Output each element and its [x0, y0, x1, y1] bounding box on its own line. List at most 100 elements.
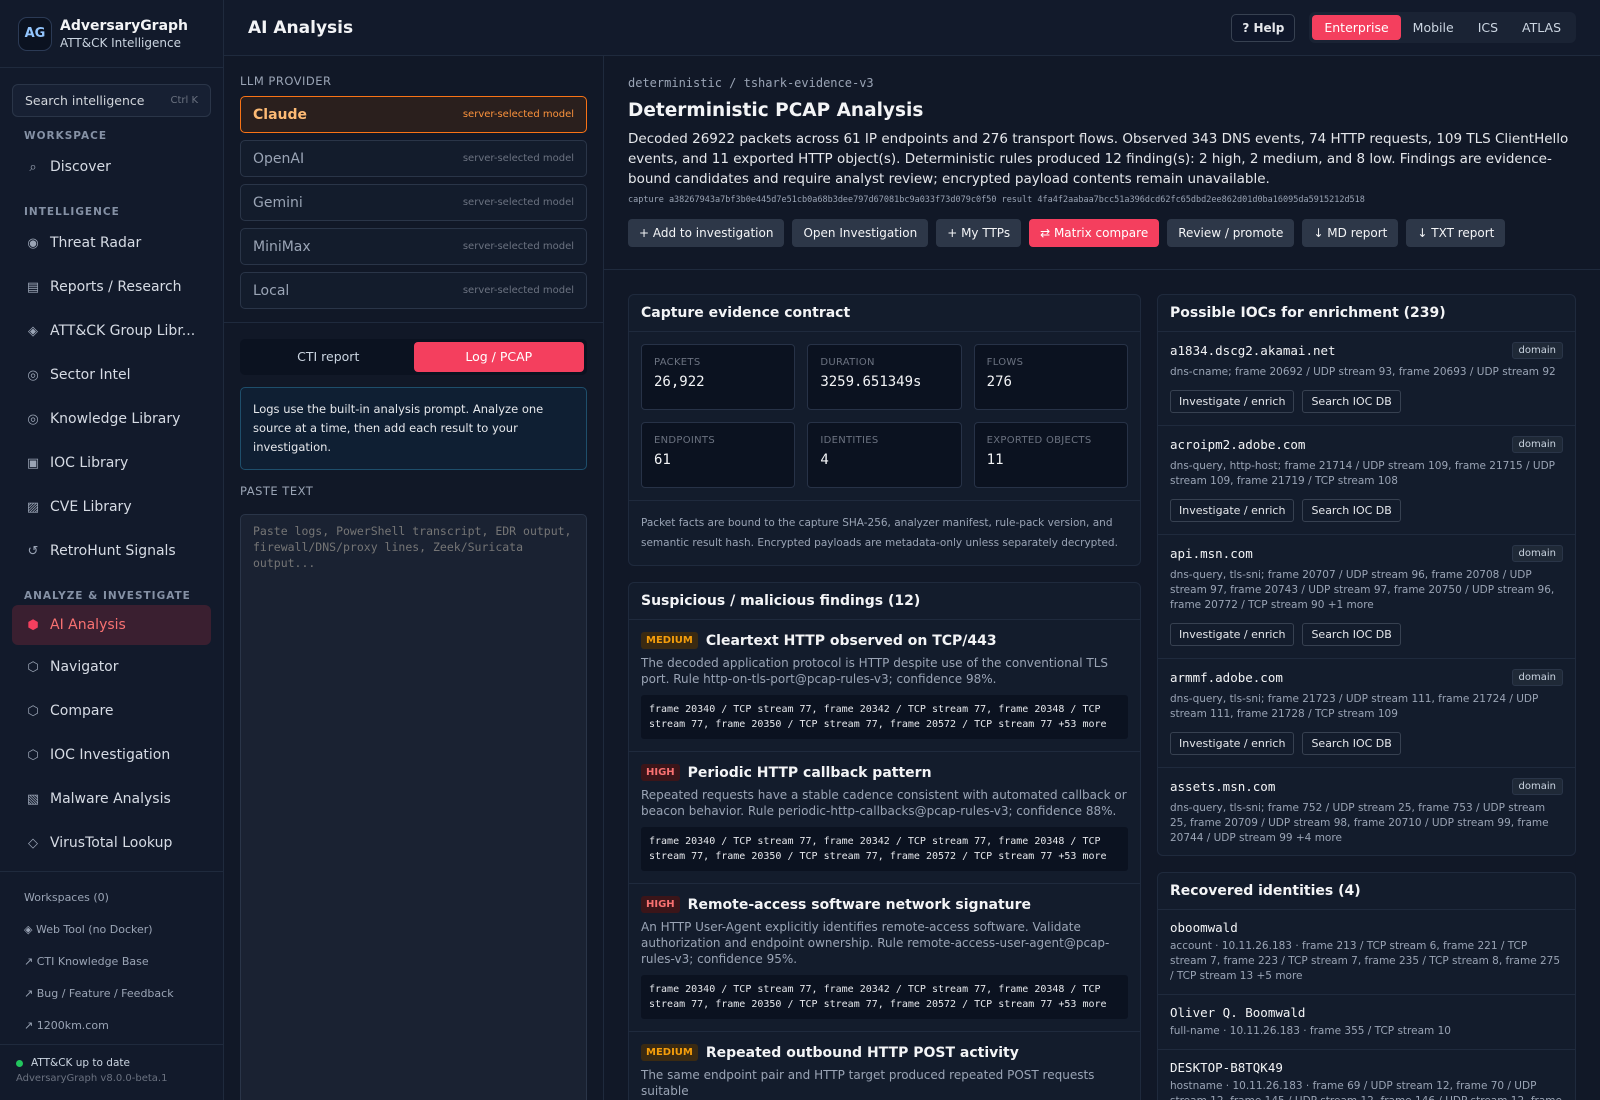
action-bar: + Add to investigation Open Investigation…: [628, 219, 1576, 247]
add-to-investigation-button[interactable]: + Add to investigation: [628, 219, 785, 247]
discover-icon: ⌕: [29, 159, 37, 175]
knowledge-icon: ◎: [27, 411, 39, 427]
sidebar-item-label: RetroHunt Signals: [50, 543, 176, 559]
txt-report-button[interactable]: ↓ TXT report: [1406, 219, 1506, 247]
mode-tab-cti-report[interactable]: CTI report: [243, 342, 414, 372]
finding-evidence: frame 20340 / TCP stream 77, frame 20342…: [641, 695, 1128, 739]
identity-item[interactable]: oboomwald account · 10.11.26.183 · frame …: [1158, 910, 1575, 995]
sidebar-item-knowledge-library[interactable]: ◎ Knowledge Library: [0, 397, 223, 441]
sidebar-item-discover[interactable]: ⌕ Discover: [0, 145, 223, 189]
severity-badge: HIGH: [641, 896, 680, 913]
sidebar-item-navigator[interactable]: ⬡ Navigator: [0, 645, 223, 689]
search-ioc-db-button[interactable]: Search IOC DB: [1302, 732, 1401, 755]
sidebar-link-1200km-com[interactable]: ↗ 1200km.com: [0, 1010, 223, 1042]
app-version: AdversaryGraph v8.0.0-beta.1: [16, 1073, 168, 1084]
finding-item[interactable]: MEDIUM Cleartext HTTP observed on TCP/443…: [629, 620, 1140, 752]
sidebar-link-web-tool-no-docker[interactable]: ◈ Web Tool (no Docker): [0, 914, 223, 946]
stat-packets: PACKETS 26,922: [641, 344, 796, 410]
identity-value: DESKTOP-B8TQK49: [1170, 1060, 1283, 1075]
sidebar-item-threat-radar[interactable]: ◉ Threat Radar: [0, 221, 223, 265]
finding-item[interactable]: HIGH Periodic HTTP callback pattern Repeat…: [629, 752, 1140, 884]
domain-tab-enterprise[interactable]: Enterprise: [1312, 15, 1401, 40]
provider-option-gemini[interactable]: Gemini server-selected model: [240, 184, 587, 221]
open-investigation-button[interactable]: Open Investigation: [792, 219, 929, 247]
paste-textarea[interactable]: [240, 514, 587, 1100]
radar-icon: ◉: [27, 235, 39, 251]
analysis-header: deterministic / tshark-evidence-v3 Deter…: [604, 56, 1600, 270]
brand[interactable]: AG AdversaryGraph ATT&CK Intelligence: [0, 0, 223, 68]
ioc-value[interactable]: api.msn.com: [1170, 546, 1253, 561]
search-shortcut: Ctrl K: [170, 95, 198, 106]
ioc-value[interactable]: armmf.adobe.com: [1170, 670, 1283, 685]
ioc-description: dns-query, tls-sni; frame 752 / UDP stre…: [1170, 802, 1549, 844]
search-ioc-db-button[interactable]: Search IOC DB: [1302, 499, 1401, 522]
ioc-investigation-icon: ⬡: [27, 747, 39, 763]
sidebar-item-label: Knowledge Library: [50, 411, 181, 427]
help-button[interactable]: ? Help: [1231, 13, 1296, 42]
sidebar-item-reports-research[interactable]: ▤ Reports / Research: [0, 265, 223, 309]
my-ttps-button[interactable]: + My TTPs: [936, 219, 1022, 247]
stat-label: FLOWS: [986, 357, 1024, 368]
analysis-hashes: capture a38267943a7bf3b0e445d7e51cb0a68b…: [628, 195, 1365, 205]
finding-item[interactable]: MEDIUM Repeated outbound HTTP POST activi…: [629, 1032, 1140, 1100]
stat-exported-objects: EXPORTED OBJECTS 11: [973, 422, 1128, 488]
ioc-header: assets.msn.com domain: [1170, 778, 1563, 795]
sidebar-link-bug-feature-feedback[interactable]: ↗ Bug / Feature / Feedback: [0, 978, 223, 1010]
ioc-value[interactable]: acroipm2.adobe.com: [1170, 437, 1305, 452]
sidebar-item-retrohunt-signals[interactable]: ↺ RetroHunt Signals: [0, 529, 223, 573]
sidebar-item-malware-analysis[interactable]: ▧ Malware Analysis: [0, 777, 223, 821]
domain-tab-mobile[interactable]: Mobile: [1401, 15, 1466, 40]
sidebar-item-sector-intel[interactable]: ◎ Sector Intel: [0, 353, 223, 397]
ioc-header: api.msn.com domain: [1170, 545, 1563, 562]
provider-option-openai[interactable]: OpenAI server-selected model: [240, 140, 587, 177]
sidebar-item-ioc-investigation[interactable]: ⬡ IOC Investigation: [0, 733, 223, 777]
sidebar-item-compare[interactable]: ⬡ Compare: [0, 689, 223, 733]
sidebar-item-ioc-library[interactable]: ▣ IOC Library: [0, 441, 223, 485]
mode-tab-log-pcap[interactable]: Log / PCAP: [413, 342, 584, 372]
sidebar-item-label: CVE Library: [50, 499, 132, 515]
identity-item[interactable]: DESKTOP-B8TQK49 hostname · 10.11.26.183 ·…: [1158, 1050, 1575, 1100]
sidebar-link-workspaces-0[interactable]: Workspaces (0): [0, 882, 223, 914]
provider-option-claude[interactable]: Claude server-selected model: [240, 96, 587, 133]
sidebar-item-cve-library[interactable]: ▨ CVE Library: [0, 485, 223, 529]
search-ioc-db-button[interactable]: Search IOC DB: [1302, 623, 1401, 646]
review-promote-button[interactable]: Review / promote: [1167, 219, 1295, 247]
domain-tab-ics[interactable]: ICS: [1466, 15, 1510, 40]
sidebar-item-att-ck-group-libr[interactable]: ◈ ATT&CK Group Libr...: [0, 309, 223, 353]
search-ioc-db-button[interactable]: Search IOC DB: [1302, 390, 1401, 413]
section-label-intelligence: INTELLIGENCE: [24, 206, 120, 218]
investigate-enrich-button[interactable]: Investigate / enrich: [1170, 732, 1295, 755]
sidebar-item-label: Threat Radar: [50, 235, 142, 251]
brand-logo-icon: AG: [18, 16, 52, 51]
ioc-value[interactable]: assets.msn.com: [1170, 779, 1275, 794]
identities-card: Recovered identities (4) oboomwald accoun…: [1157, 872, 1576, 1100]
investigate-enrich-button[interactable]: Investigate / enrich: [1170, 623, 1295, 646]
matrix-compare-button[interactable]: ⇄ Matrix compare: [1029, 219, 1160, 247]
search-input[interactable]: Search intelligence Ctrl K: [12, 84, 211, 117]
stat-label: ENDPOINTS: [654, 435, 715, 446]
md-report-button[interactable]: ↓ MD report: [1302, 219, 1399, 247]
sidebar-item-virustotal-lookup[interactable]: ◇ VirusTotal Lookup: [0, 821, 223, 865]
provider-option-local[interactable]: Local server-selected model: [240, 272, 587, 309]
finding-evidence: frame 20340 / TCP stream 77, frame 20342…: [641, 827, 1128, 871]
stat-duration: DURATION 3259.651349s: [807, 344, 962, 410]
ioc-card: Possible IOCs for enrichment (239) a1834…: [1157, 294, 1576, 856]
investigate-enrich-button[interactable]: Investigate / enrich: [1170, 390, 1295, 413]
section-label-analyze: ANALYZE & INVESTIGATE: [24, 590, 191, 602]
findings-card: Suspicious / malicious findings (12) MED…: [628, 582, 1141, 1100]
sidebar-item-ai-analysis[interactable]: ⬢ AI Analysis: [12, 605, 211, 645]
identity-item[interactable]: Oliver Q. Boomwald full-name · 10.11.26.1…: [1158, 995, 1575, 1050]
domain-tab-atlas[interactable]: ATLAS: [1510, 15, 1573, 40]
provider-option-minimax[interactable]: MiniMax server-selected model: [240, 228, 587, 265]
ioc-description: dns-query, http-host; frame 21714 / UDP …: [1170, 460, 1556, 487]
stat-label: PACKETS: [654, 357, 701, 368]
ioc-value[interactable]: a1834.dscg2.akamai.net: [1170, 343, 1336, 358]
page-title: AI Analysis: [248, 17, 354, 38]
stat-label: DURATION: [820, 357, 875, 368]
ioc-title: Possible IOCs for enrichment (239): [1158, 295, 1575, 332]
finding-item[interactable]: HIGH Remote-access software network signa…: [629, 884, 1140, 1032]
finding-description: An HTTP User-Agent explicitly identifies…: [641, 920, 1110, 966]
investigate-enrich-button[interactable]: Investigate / enrich: [1170, 499, 1295, 522]
stat-value: 61: [654, 452, 671, 468]
sidebar-link-cti-knowledge-base[interactable]: ↗ CTI Knowledge Base: [0, 946, 223, 978]
